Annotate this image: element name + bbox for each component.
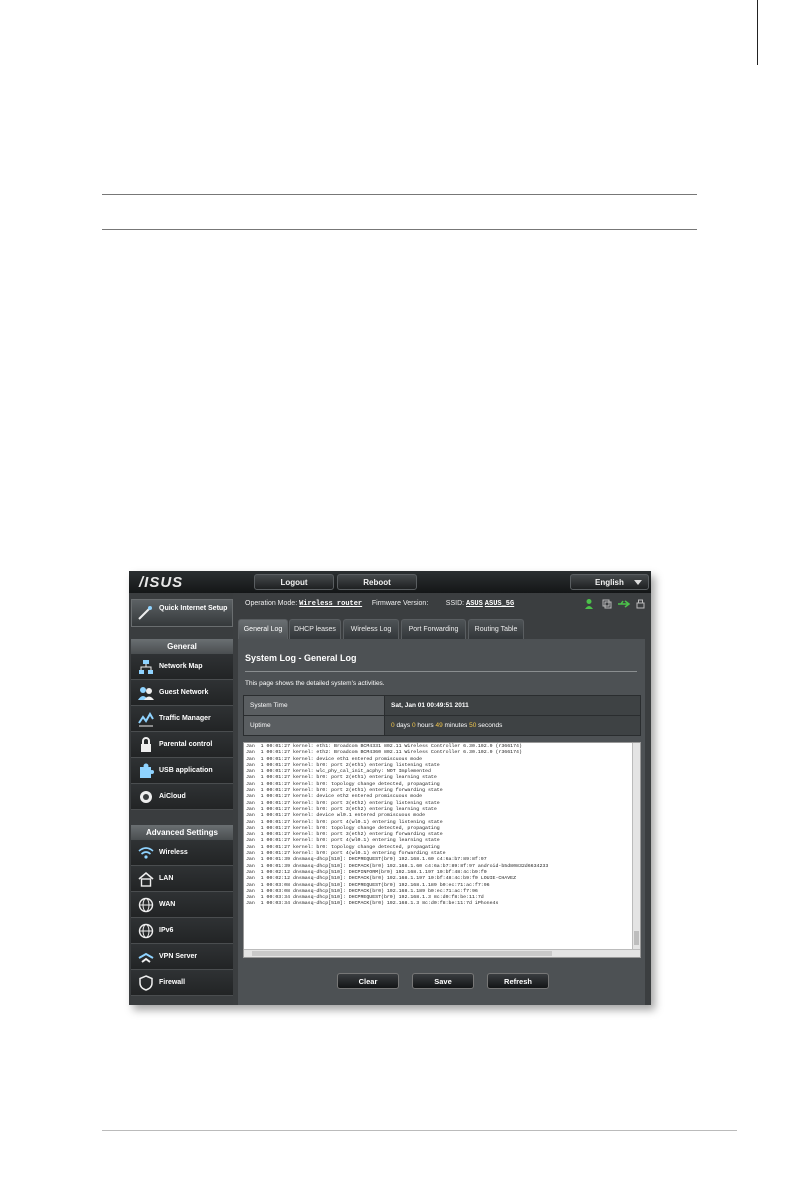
chevron-down-icon xyxy=(634,580,642,585)
reboot-button[interactable]: Reboot xyxy=(337,574,417,590)
network-icon xyxy=(139,660,153,674)
log-textarea[interactable]: Jan 1 00:01:27 kernel: eth1: Broadcom BC… xyxy=(243,742,641,958)
sidebar-item-network-map[interactable]: Network Map xyxy=(131,654,233,680)
status-info: Operation Mode: Wireless router Firmware… xyxy=(245,600,514,608)
system-time-value: Sat, Jan 01 00:49:51 2011 xyxy=(384,695,641,716)
sidebar-item-label: VPN Server xyxy=(159,953,198,960)
sidebar-item-traffic-manager[interactable]: Traffic Manager xyxy=(131,706,233,732)
usb-icon[interactable] xyxy=(618,600,631,608)
status-icons xyxy=(585,599,645,609)
sidebar-item-label: Wireless xyxy=(159,849,188,856)
advanced-settings-header: Advanced Settings xyxy=(131,825,233,840)
tab-general-log[interactable]: General Log xyxy=(238,619,288,639)
tab-wireless-log[interactable]: Wireless Log xyxy=(343,619,399,639)
uptime-minutes: 49 xyxy=(435,722,443,729)
firmware-label: Firmware Version: xyxy=(371,600,429,607)
sidebar-item-usb-application[interactable]: USB application xyxy=(131,758,233,784)
sidebar-item-wan[interactable]: WAN xyxy=(131,892,233,918)
sidebar-item-label: LAN xyxy=(159,875,174,882)
ssid-label: SSID: xyxy=(445,600,465,607)
save-button[interactable]: Save xyxy=(412,973,474,989)
wifi-icon xyxy=(138,847,154,859)
scroll-thumb[interactable] xyxy=(252,951,552,956)
refresh-button[interactable]: Refresh xyxy=(487,973,549,989)
footer-line xyxy=(102,1130,737,1131)
sidebar-item-label: Traffic Manager xyxy=(159,715,211,722)
vpn-icon xyxy=(138,952,154,963)
sidebar-item-label: Network Map xyxy=(159,663,203,670)
sidebar-item-firewall[interactable]: Firewall xyxy=(131,970,233,996)
uptime-seconds-label: seconds xyxy=(478,722,503,729)
copy-status-icon[interactable] xyxy=(602,599,612,609)
ssid-link-2[interactable]: ASUS_5G xyxy=(485,600,514,608)
lock-icon xyxy=(141,737,151,752)
uptime-value: 0 days 0 hours 49 minutes 50 seconds xyxy=(384,715,641,736)
system-time-label: System Time xyxy=(243,695,385,716)
shield-icon xyxy=(139,975,153,991)
client-status-icon[interactable] xyxy=(585,599,593,609)
magic-wand-icon xyxy=(138,606,152,620)
top-bar: /ISUS Logout Reboot English xyxy=(129,571,651,593)
uptime-minutes-label: minutes xyxy=(444,722,468,729)
tab-routing-table[interactable]: Routing Table xyxy=(468,619,524,639)
system-info-table: System Time Sat, Jan 01 00:49:51 2011 Up… xyxy=(243,695,641,736)
globe-icon xyxy=(138,897,154,913)
sidebar-item-label: Parental control xyxy=(159,741,213,748)
operation-mode-link[interactable]: Wireless router xyxy=(299,600,362,608)
house-icon xyxy=(138,871,154,887)
cloud-icon xyxy=(140,791,152,803)
scroll-thumb[interactable] xyxy=(634,931,639,945)
people-icon xyxy=(138,687,154,700)
uptime-days-label: days xyxy=(396,722,411,729)
tab-port-forwarding[interactable]: Port Forwarding xyxy=(401,619,466,639)
tab-dhcp-leases[interactable]: DHCP leases xyxy=(289,619,341,639)
clear-button[interactable]: Clear xyxy=(337,973,399,989)
horizontal-scrollbar[interactable] xyxy=(244,949,640,957)
page-title: System Log - General Log xyxy=(245,653,357,663)
title-divider xyxy=(245,671,637,672)
sidebar-item-label: IPv6 xyxy=(159,927,174,934)
sidebar-item-label: USB application xyxy=(159,767,213,774)
page-description: This page shows the detailed system's ac… xyxy=(245,680,385,687)
sidebar-item-label: WAN xyxy=(159,901,176,908)
sidebar-item-vpn-server[interactable]: VPN Server xyxy=(131,944,233,970)
sidebar-item-guest-network[interactable]: Guest Network xyxy=(131,680,233,706)
sidebar-item-lan[interactable]: LAN xyxy=(131,866,233,892)
sidebar: Quick Internet Setup General Network Map… xyxy=(129,593,233,1005)
page-margin-line xyxy=(757,0,758,65)
main-content: Operation Mode: Wireless router Firmware… xyxy=(233,593,651,1005)
asus-logo: /ISUS xyxy=(139,574,184,591)
quick-internet-setup[interactable]: Quick Internet Setup xyxy=(131,599,233,627)
divider-bottom xyxy=(102,229,697,230)
divider-top xyxy=(102,194,697,195)
uptime-hours-label: hours xyxy=(417,722,434,729)
ssid-link-1[interactable]: ASUS xyxy=(466,600,483,608)
sidebar-item-wireless[interactable]: Wireless xyxy=(131,840,233,866)
sidebar-item-parental-control[interactable]: Parental control xyxy=(131,732,233,758)
printer-icon[interactable] xyxy=(636,599,645,609)
language-value: English xyxy=(595,578,624,587)
quick-setup-label: Quick Internet Setup xyxy=(159,605,228,612)
globe-icon xyxy=(138,923,154,939)
log-panel: System Log - General Log This page shows… xyxy=(238,639,645,1005)
uptime-seconds: 50 xyxy=(469,722,477,729)
general-header: General xyxy=(131,639,233,654)
chart-icon xyxy=(138,712,154,727)
operation-mode-label: Operation Mode: xyxy=(245,600,298,607)
log-content: Jan 1 00:01:27 kernel: eth1: Broadcom BC… xyxy=(246,744,549,907)
uptime-hours: 0 xyxy=(411,722,416,729)
vertical-scrollbar[interactable] xyxy=(632,743,640,950)
sidebar-item-label: Guest Network xyxy=(159,689,209,696)
uptime-label: Uptime xyxy=(243,715,385,736)
sidebar-item-label: Firewall xyxy=(159,979,186,986)
sidebar-item-label: AiCloud xyxy=(159,793,186,800)
puzzle-icon xyxy=(140,763,154,778)
sidebar-item-aicloud[interactable]: AiCloud xyxy=(131,784,233,810)
uptime-days: 0 xyxy=(391,722,395,729)
sidebar-item-ipv6[interactable]: IPv6 xyxy=(131,918,233,944)
logout-button[interactable]: Logout xyxy=(254,574,334,590)
router-ui-screenshot: /ISUS Logout Reboot English Quick Intern… xyxy=(129,571,651,1005)
language-select[interactable]: English xyxy=(570,574,649,590)
